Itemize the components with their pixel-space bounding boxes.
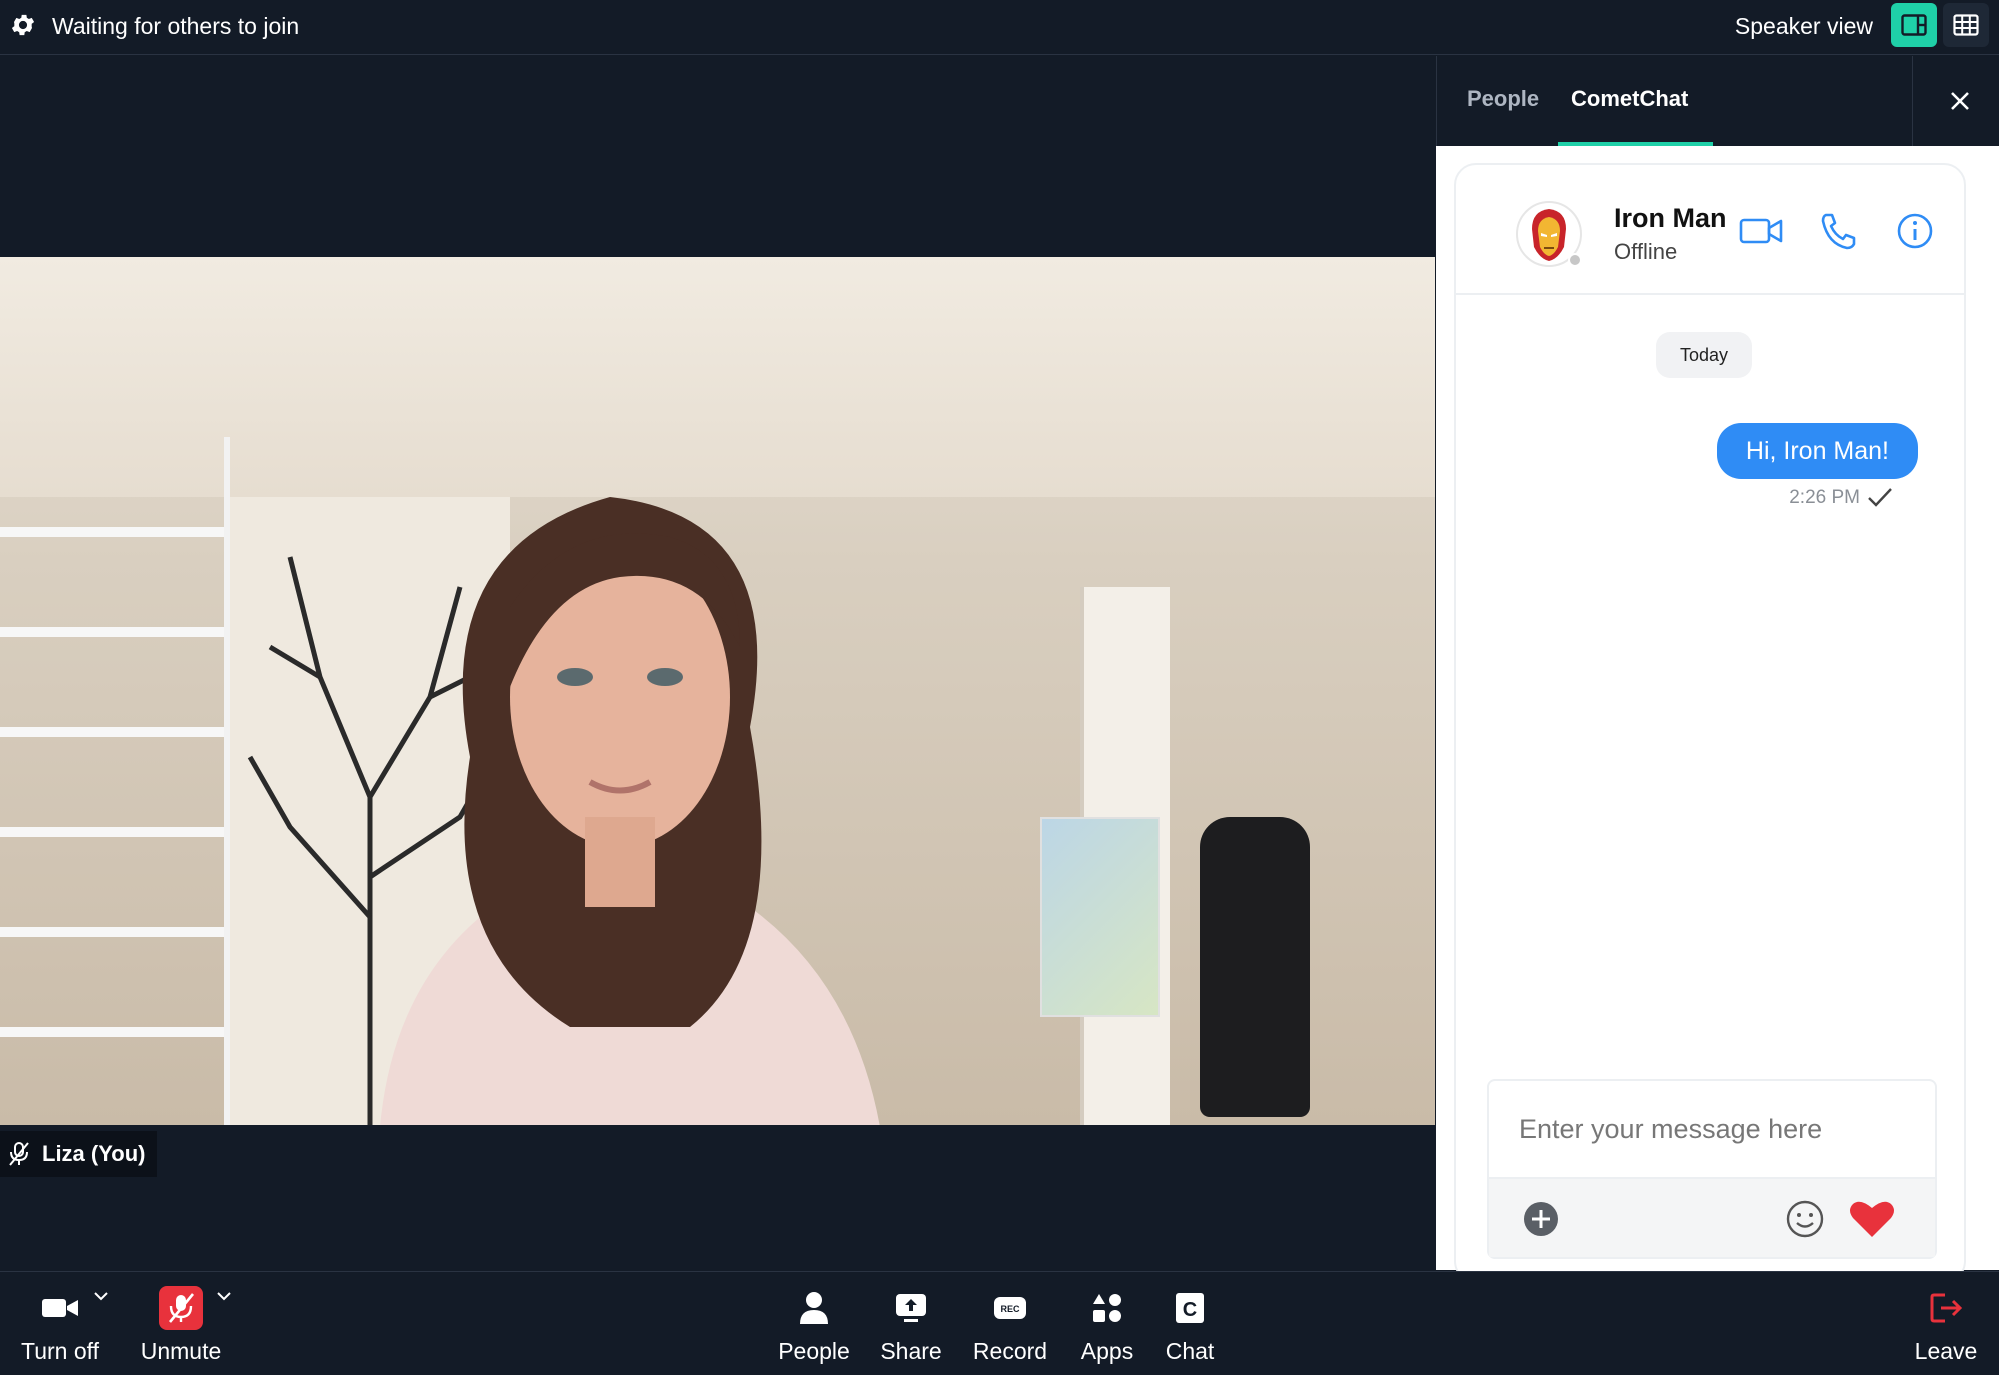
video-backpack xyxy=(1200,817,1310,1117)
active-tab-indicator xyxy=(1558,142,1713,146)
svg-text:C: C xyxy=(1183,1299,1197,1321)
video-stage: Liza (You) xyxy=(0,56,1435,1270)
unmute-label: Unmute xyxy=(140,1338,222,1364)
outgoing-message[interactable]: Hi, Iron Man! xyxy=(1716,423,1918,479)
chat-window: Iron Man Offline Today Hi, Iron Man! 2:2… xyxy=(1454,163,1966,1283)
voice-call-icon[interactable] xyxy=(1816,211,1862,251)
header-divider xyxy=(1912,56,1913,146)
turn-off-label: Turn off xyxy=(21,1338,99,1364)
leave-button[interactable]: Leave xyxy=(1896,1286,1996,1365)
mic-muted-icon xyxy=(9,1142,29,1166)
record-label: Record xyxy=(972,1338,1048,1364)
bottom-toolbar: Turn off Unmute People Share REC Record … xyxy=(0,1271,1999,1375)
rec-icon: REC xyxy=(988,1286,1032,1330)
chat-icon: C xyxy=(1168,1286,1212,1330)
contact-name: Iron Man xyxy=(1614,203,1727,233)
share-icon xyxy=(889,1286,933,1330)
settings-gear-icon[interactable] xyxy=(9,11,37,39)
grid-view-button[interactable] xyxy=(1943,3,1989,47)
chat-header: Iron Man Offline xyxy=(1456,165,1964,295)
chat-button[interactable]: C Chat xyxy=(1140,1286,1240,1365)
message-input[interactable] xyxy=(1489,1081,1935,1177)
message-composer xyxy=(1487,1079,1937,1259)
video-shelves xyxy=(0,437,230,1125)
contact-status: Offline xyxy=(1614,239,1678,264)
panel-header: People CometChat xyxy=(1436,56,1999,146)
info-icon[interactable] xyxy=(1892,211,1938,251)
grid-layout-icon xyxy=(1953,14,1979,36)
close-panel-icon[interactable] xyxy=(1945,86,1975,116)
share-label: Share xyxy=(880,1338,942,1364)
video-call-icon[interactable] xyxy=(1738,211,1784,251)
heart-reaction-icon[interactable] xyxy=(1847,1199,1897,1239)
composer-toolbar xyxy=(1489,1177,1935,1257)
top-bar: Waiting for others to join Speaker view xyxy=(0,0,1999,55)
camera-icon xyxy=(38,1286,82,1330)
apps-icon xyxy=(1085,1286,1129,1330)
chat-label: Chat xyxy=(1165,1338,1215,1364)
video-wall-map xyxy=(1040,817,1160,1017)
camera-options-chevron-icon[interactable] xyxy=(93,1290,109,1302)
mic-options-chevron-icon[interactable] xyxy=(216,1290,232,1302)
add-attachment-icon[interactable] xyxy=(1521,1199,1561,1239)
leave-icon xyxy=(1924,1286,1968,1330)
presence-indicator xyxy=(1568,253,1582,267)
svg-text:REC: REC xyxy=(1000,1304,1020,1314)
apps-label: Apps xyxy=(1080,1338,1134,1364)
tab-people[interactable]: People xyxy=(1467,86,1539,112)
record-button[interactable]: REC Record xyxy=(960,1286,1060,1365)
participant-video[interactable] xyxy=(0,257,1435,1125)
emoji-icon[interactable] xyxy=(1785,1199,1825,1239)
side-panel: People CometChat Iron Man Offline Today … xyxy=(1436,56,1999,1283)
speaker-view-button[interactable] xyxy=(1891,3,1937,47)
speaker-layout-icon xyxy=(1901,14,1927,36)
message-timestamp: 2:26 PM xyxy=(1789,487,1860,508)
share-button[interactable]: Share xyxy=(861,1286,961,1365)
date-separator: Today xyxy=(1656,332,1752,378)
meeting-status-text: Waiting for others to join xyxy=(52,13,300,39)
participant-name-tag: Liza (You) xyxy=(0,1131,158,1177)
person-icon xyxy=(792,1286,836,1330)
mic-off-icon xyxy=(159,1286,203,1330)
people-label: People xyxy=(778,1338,850,1364)
view-mode-label: Speaker view xyxy=(1734,13,1873,39)
leave-label: Leave xyxy=(1914,1338,1978,1364)
participant-name: Liza (You) xyxy=(42,1141,146,1166)
participant-silhouette xyxy=(380,497,880,1125)
people-button[interactable]: People xyxy=(764,1286,864,1365)
tab-cometchat[interactable]: CometChat xyxy=(1571,86,1688,112)
sent-check-icon xyxy=(1868,488,1892,507)
